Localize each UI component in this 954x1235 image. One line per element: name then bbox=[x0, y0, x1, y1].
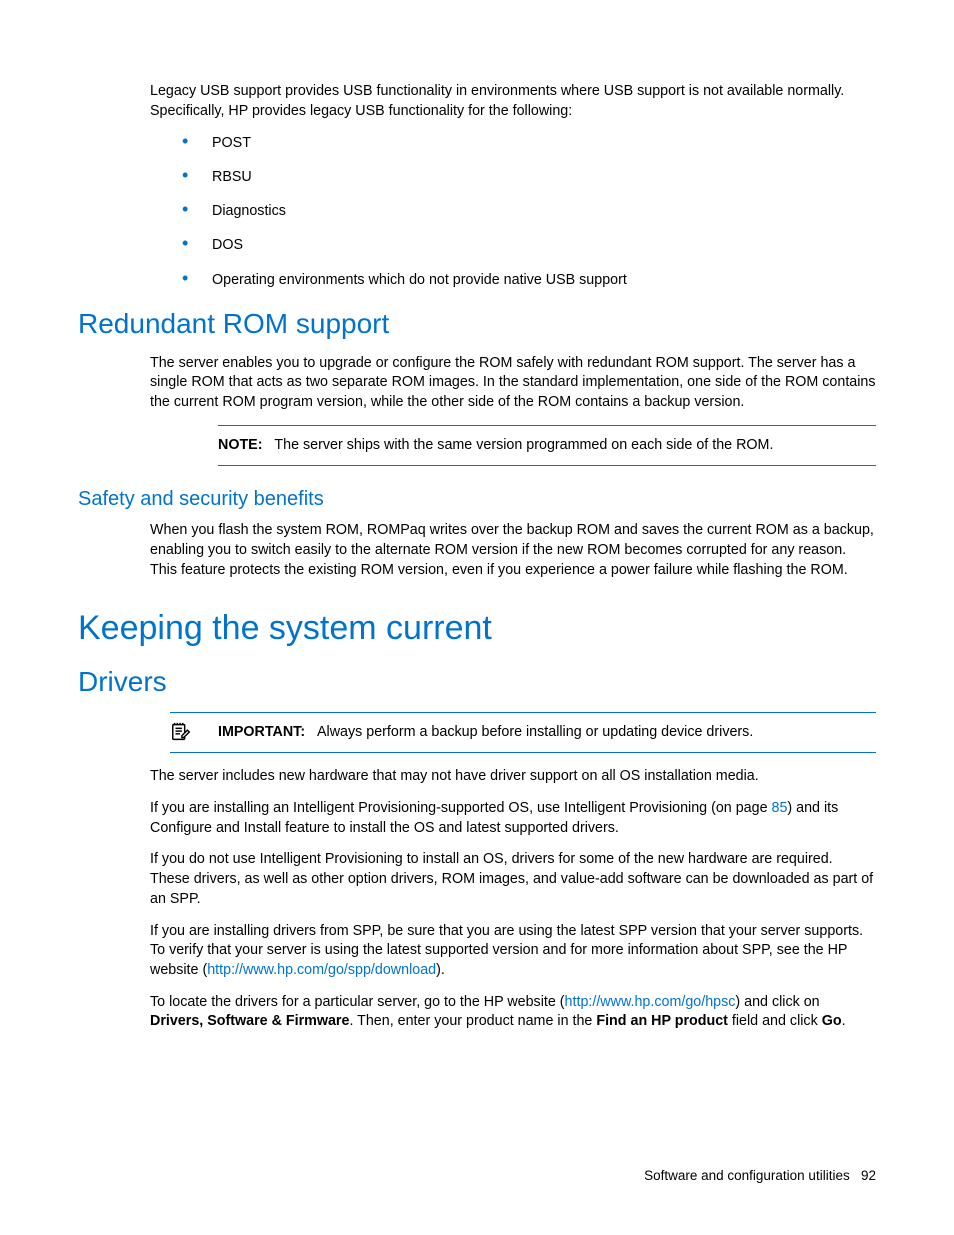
text-fragment: . bbox=[842, 1013, 846, 1029]
text-fragment: field and click bbox=[728, 1013, 822, 1029]
note-text: The server ships with the same version p… bbox=[274, 437, 773, 453]
hp-spp-link[interactable]: http://www.hp.com/go/spp/download bbox=[207, 962, 436, 978]
list-item: DOS bbox=[182, 235, 876, 255]
intro-paragraph: Legacy USB support provides USB function… bbox=[150, 82, 876, 121]
note-callout: NOTE: The server ships with the same ver… bbox=[218, 425, 876, 467]
redundant-paragraph: The server enables you to upgrade or con… bbox=[150, 354, 876, 413]
drivers-p5: To locate the drivers for a particular s… bbox=[150, 993, 876, 1032]
drivers-p3: If you do not use Intelligent Provisioni… bbox=[150, 850, 876, 909]
bold-text: Drivers, Software & Firmware bbox=[150, 1013, 349, 1029]
important-callout: IMPORTANT: Always perform a backup befor… bbox=[170, 712, 876, 754]
list-item: Operating environments which do not prov… bbox=[182, 270, 876, 290]
drivers-p2: If you are installing an Intelligent Pro… bbox=[150, 799, 876, 838]
heading-redundant-rom: Redundant ROM support bbox=[78, 308, 876, 340]
list-item: POST bbox=[182, 133, 876, 153]
note-label: NOTE: bbox=[218, 437, 262, 453]
heading-drivers: Drivers bbox=[78, 666, 876, 698]
text-fragment: ). bbox=[436, 962, 445, 978]
bold-text: Go bbox=[822, 1013, 842, 1029]
drivers-p1: The server includes new hardware that ma… bbox=[150, 767, 876, 787]
intro-list: POST RBSU Diagnostics DOS Operating envi… bbox=[182, 133, 876, 289]
page-ref-link[interactable]: 85 bbox=[772, 800, 788, 816]
text-fragment: . Then, enter your product name in the bbox=[349, 1013, 596, 1029]
text-fragment: ) and click on bbox=[735, 994, 819, 1010]
safety-paragraph: When you flash the system ROM, ROMPaq wr… bbox=[150, 521, 876, 580]
notepad-pencil-icon bbox=[170, 721, 194, 745]
page-footer: Software and configuration utilities 92 bbox=[644, 1168, 876, 1183]
heading-keeping-system-current: Keeping the system current bbox=[78, 609, 876, 648]
footer-page-number: 92 bbox=[861, 1168, 876, 1183]
text-fragment: If you are installing an Intelligent Pro… bbox=[150, 800, 772, 816]
heading-safety-security: Safety and security benefits bbox=[78, 488, 876, 511]
list-item: Diagnostics bbox=[182, 201, 876, 221]
important-label: IMPORTANT: bbox=[218, 724, 305, 740]
footer-section: Software and configuration utilities bbox=[644, 1168, 850, 1183]
list-item: RBSU bbox=[182, 167, 876, 187]
document-page: Legacy USB support provides USB function… bbox=[0, 0, 954, 1235]
important-text: Always perform a backup before installin… bbox=[317, 724, 753, 740]
bold-text: Find an HP product bbox=[596, 1013, 728, 1029]
hp-hpsc-link[interactable]: http://www.hp.com/go/hpsc bbox=[565, 994, 736, 1010]
drivers-p4: If you are installing drivers from SPP, … bbox=[150, 922, 876, 981]
text-fragment: To locate the drivers for a particular s… bbox=[150, 994, 565, 1010]
